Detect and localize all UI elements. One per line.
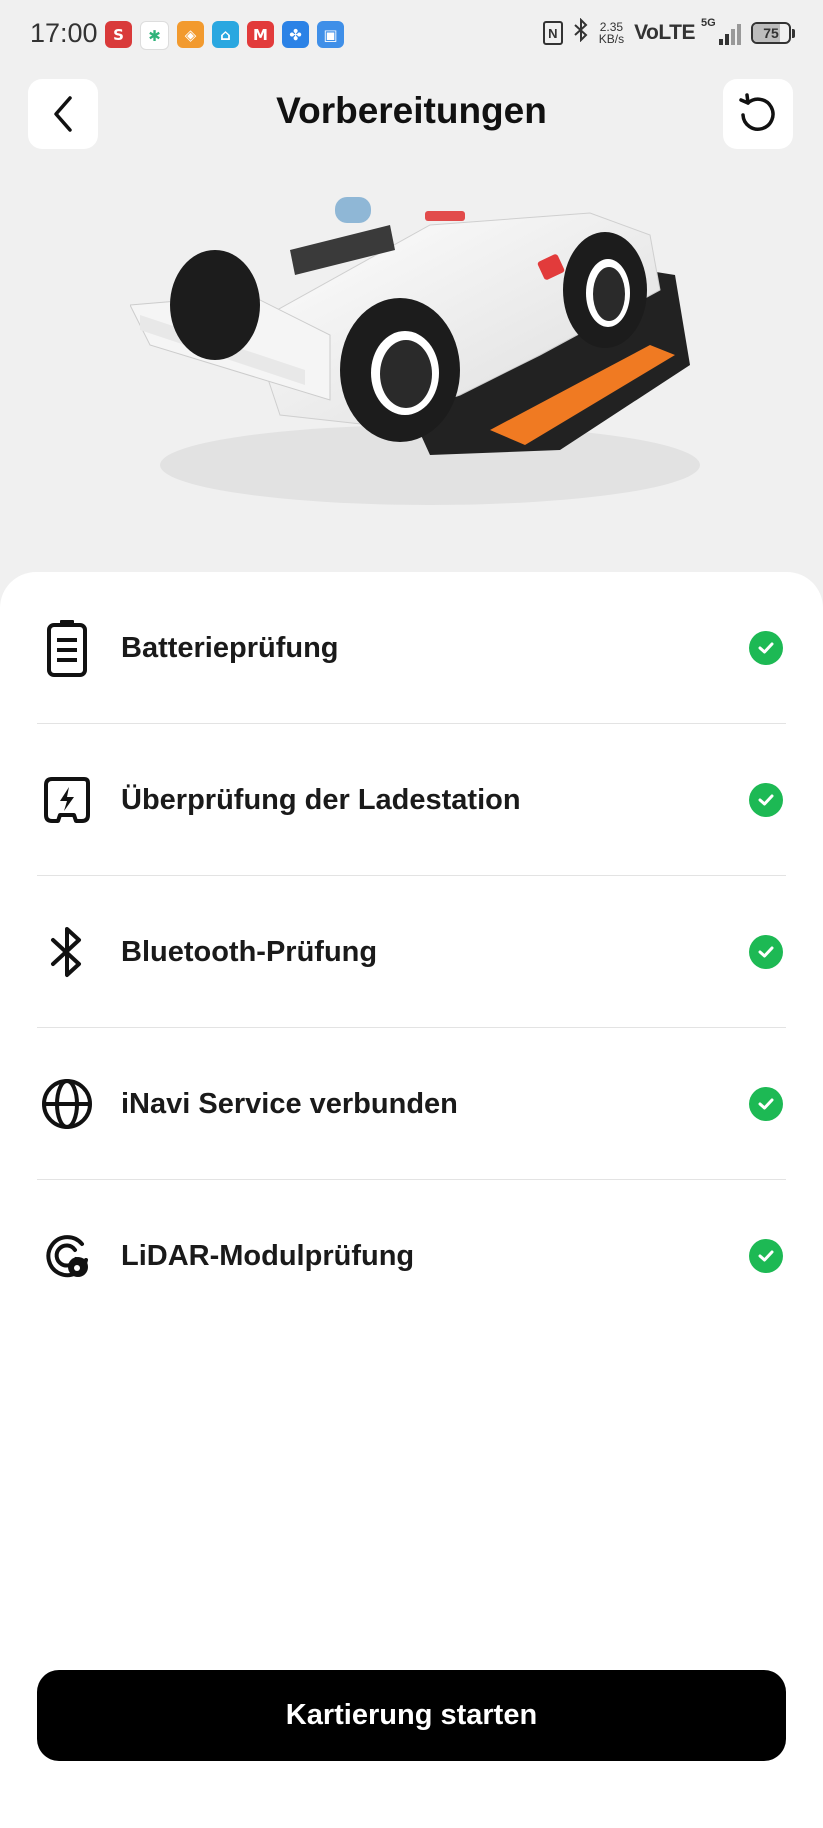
check-passed-icon xyxy=(749,1087,783,1121)
home-app-icon: ⌂ xyxy=(212,21,239,48)
orange-app-icon: ◈ xyxy=(177,21,204,48)
page-title: Vorbereitungen xyxy=(276,90,547,131)
battery-level: 75 xyxy=(763,25,779,41)
charging-station-icon xyxy=(37,770,97,830)
check-passed-icon xyxy=(749,631,783,665)
blue-app-icon: ▣ xyxy=(317,21,344,48)
check-label: Überprüfung der Ladestation xyxy=(121,783,521,816)
check-passed-icon xyxy=(749,783,783,817)
volte-label: VoLTE xyxy=(634,21,695,44)
slack-icon: ✱ xyxy=(140,21,169,50)
check-item-lidar: LiDAR-Modulprüfung xyxy=(37,1180,786,1332)
lidar-icon xyxy=(37,1226,97,1286)
signal-strength-icon: 5G xyxy=(701,17,741,45)
start-mapping-button[interactable]: Kartierung starten xyxy=(37,1670,786,1761)
network-speed-unit: KB/s xyxy=(598,32,625,46)
fan-app-icon: ✤ xyxy=(282,21,309,48)
check-label: LiDAR-Modulprüfung xyxy=(121,1239,415,1272)
system-indicators: N 2.35 KB/s VoLTE 5G 75 xyxy=(542,17,795,48)
globe-icon xyxy=(37,1074,97,1134)
check-item-charging-station: Überprüfung der Ladestation xyxy=(37,724,786,876)
check-label: iNavi Service verbunden xyxy=(121,1087,458,1120)
s-app-icon: S xyxy=(105,21,132,48)
notification-icons: S ✱ ◈ ⌂ M ✤ ▣ xyxy=(105,21,344,50)
refresh-button[interactable] xyxy=(723,79,793,149)
network-speed: 2.35 KB/s xyxy=(599,21,624,45)
mammotion-app-icon: M xyxy=(247,21,274,48)
check-label: Batterieprüfung xyxy=(121,631,339,664)
check-item-inavi: iNavi Service verbunden xyxy=(37,1028,786,1180)
checklist-panel: Batterieprüfung Überprüfung der Ladestat… xyxy=(0,572,823,1828)
status-bar: 17:00 S ✱ ◈ ⌂ M ✤ ▣ N 2.35 KB/s VoLTE 5G 75 xyxy=(0,0,823,72)
check-label: Bluetooth-Prüfung xyxy=(121,935,378,968)
check-passed-icon xyxy=(749,935,783,969)
battery-icon xyxy=(37,618,97,678)
refresh-icon xyxy=(739,93,775,131)
nfc-icon: N xyxy=(542,21,563,45)
battery-status-icon: 75 xyxy=(751,22,795,44)
status-time: 17:00 xyxy=(30,18,98,48)
check-passed-icon xyxy=(749,1239,783,1273)
bluetooth-status-icon xyxy=(573,17,589,48)
check-item-bluetooth: Bluetooth-Prüfung xyxy=(37,876,786,1028)
network-gen-label: 5G xyxy=(701,17,716,29)
check-item-battery: Batterieprüfung xyxy=(37,572,786,724)
bluetooth-icon xyxy=(37,922,97,982)
mower-image xyxy=(130,197,700,505)
